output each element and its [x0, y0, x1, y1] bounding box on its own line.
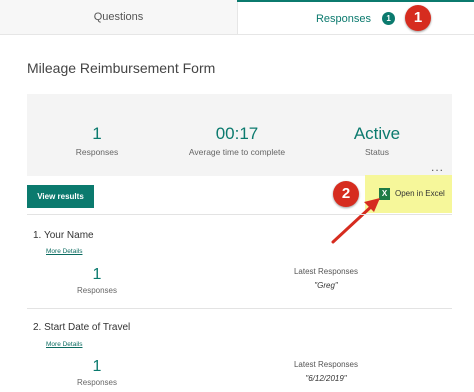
question-count-value: 1	[92, 266, 102, 283]
question-title: 1. Your Name	[33, 230, 94, 241]
divider	[27, 214, 452, 215]
latest-response-value: "6/12/2019"	[305, 374, 347, 383]
latest-responses: Latest Responses "6/12/2019"	[290, 360, 362, 383]
question-title: 2. Start Date of Travel	[33, 322, 131, 333]
question-response-count: 1 Responses	[72, 266, 122, 295]
latest-responses-label: Latest Responses	[293, 267, 359, 276]
question-response-count: 1 Responses	[72, 358, 122, 387]
divider	[27, 308, 452, 309]
question-count-label: Responses	[76, 286, 118, 295]
question-count-value: 1	[92, 358, 102, 375]
latest-responses-label: Latest Responses	[293, 360, 359, 369]
more-details-link[interactable]: More Details	[46, 341, 82, 348]
question-count-label: Responses	[76, 378, 118, 387]
latest-responses: Latest Responses "Greg"	[290, 267, 362, 290]
latest-response-value: "Greg"	[314, 281, 338, 290]
more-details-link[interactable]: More Details	[46, 248, 82, 255]
annotation-arrow-icon	[331, 198, 380, 244]
